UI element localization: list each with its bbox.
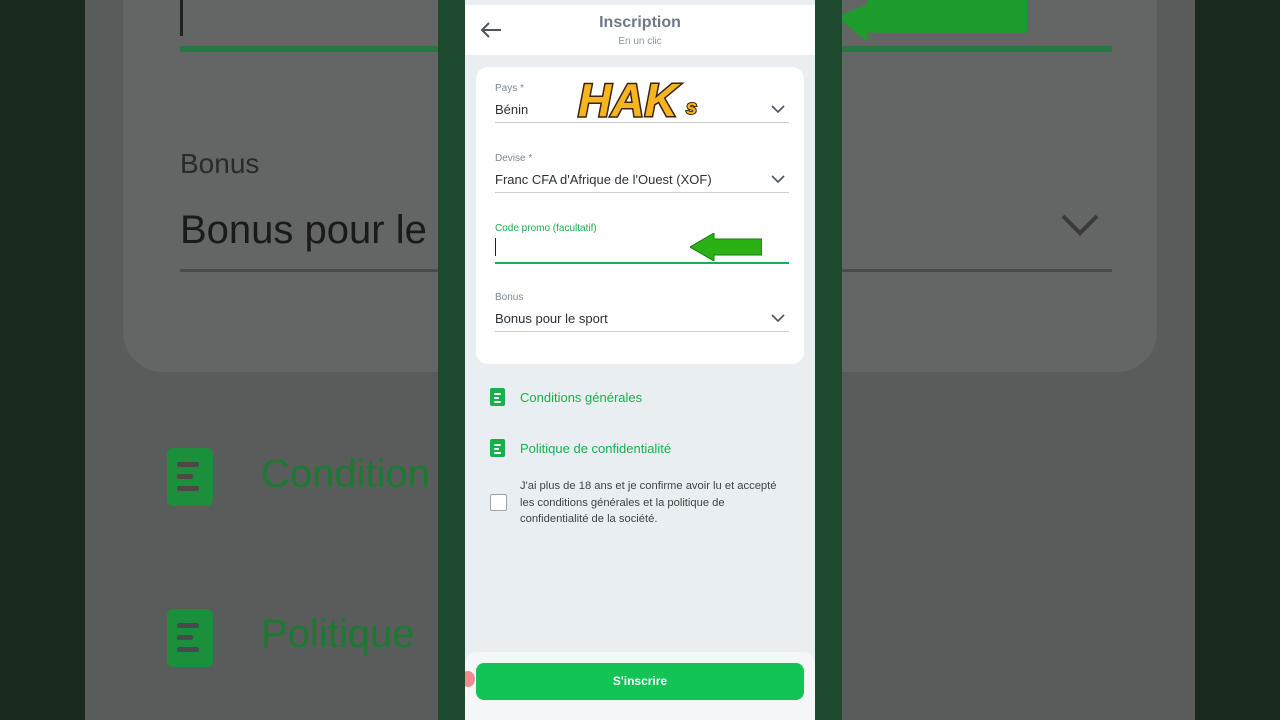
promo-code-underline <box>495 262 789 264</box>
background-bonus-value: Bonus pour le <box>180 208 427 252</box>
page-title: Inscription <box>599 14 681 31</box>
background-document-icon <box>167 609 213 667</box>
document-icon <box>490 388 505 406</box>
privacy-link-text[interactable]: Politique de confidentialité <box>520 441 671 456</box>
bonus-underline <box>495 331 789 332</box>
hak-logo-icon: HAK s <box>577 73 699 125</box>
background-right-strip <box>1195 0 1280 720</box>
background-chevron-down-icon <box>1061 214 1099 236</box>
privacy-link[interactable]: Politique de confidentialité <box>490 438 671 458</box>
chevron-down-icon <box>771 175 785 184</box>
phone-frame-left <box>438 0 465 720</box>
phone-screen: Inscription En un clic Pays * Bénin Devi… <box>465 0 815 720</box>
country-label: Pays * <box>495 83 524 94</box>
bonus-value: Bonus pour le sport <box>495 311 608 326</box>
consent-text: J'ai plus de 18 ans et je confirme avoir… <box>520 480 777 525</box>
currency-value: Franc CFA d'Afrique de l'Ouest (XOF) <box>495 172 712 187</box>
background-bonus-label: Bonus <box>180 148 260 179</box>
consent-checkbox[interactable] <box>490 494 507 511</box>
background-document-icon <box>167 448 213 506</box>
chevron-down-icon <box>771 105 785 114</box>
background-left-strip <box>0 0 85 720</box>
app-header: Inscription En un clic <box>465 5 815 55</box>
document-icon <box>490 439 505 457</box>
chevron-down-icon <box>771 314 785 323</box>
background-politique-text: Politique <box>261 612 415 656</box>
terms-link[interactable]: Conditions générales <box>490 387 642 407</box>
register-button[interactable]: S'inscrire <box>476 663 804 700</box>
terms-link-text[interactable]: Conditions générales <box>520 390 642 405</box>
svg-text:s: s <box>686 97 697 119</box>
svg-text:HAK: HAK <box>578 74 680 124</box>
background-cursor <box>180 0 183 36</box>
phone-frame-right <box>815 0 842 720</box>
bonus-label: Bonus <box>495 292 524 303</box>
promo-code-label: Code promo (facultatif) <box>495 223 597 234</box>
currency-label: Devise * <box>495 153 533 164</box>
page-subtitle: En un clic <box>618 36 662 47</box>
text-cursor <box>495 238 496 256</box>
currency-underline <box>495 192 789 193</box>
country-value: Bénin <box>495 102 529 117</box>
green-arrow-icon <box>690 233 762 261</box>
background-conditions-text: Condition <box>261 452 431 496</box>
